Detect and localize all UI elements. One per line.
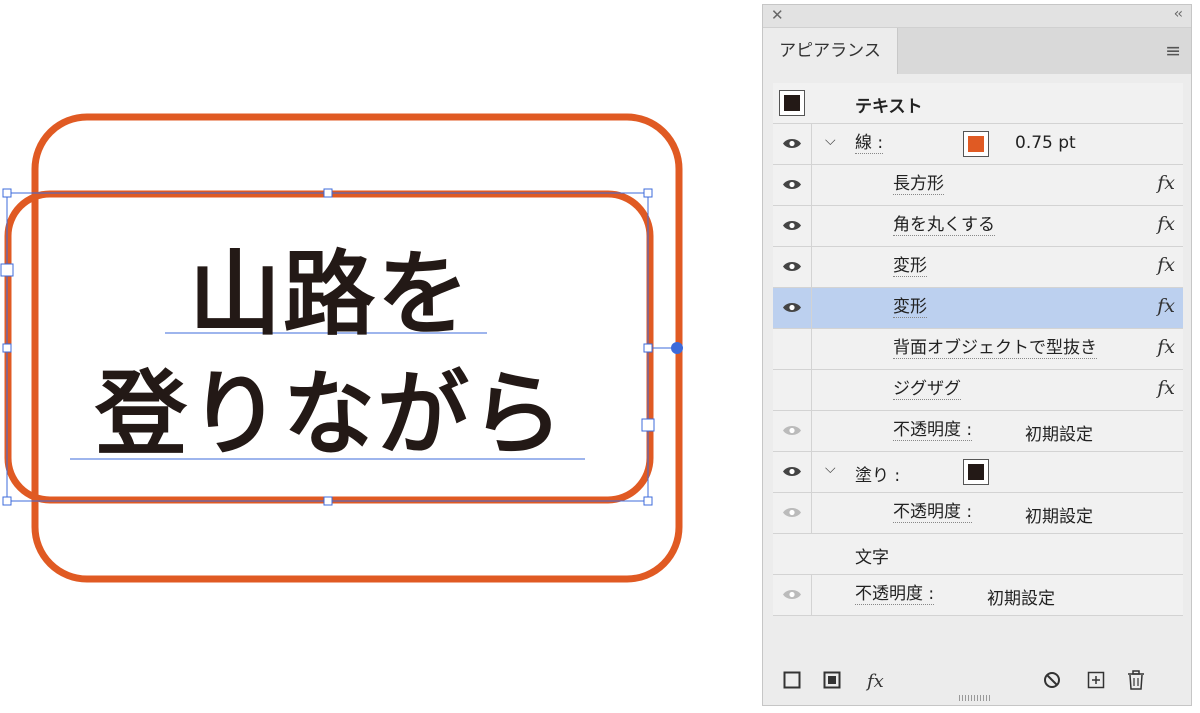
artwork-text-line-1[interactable]: 山路を — [0, 240, 660, 350]
panel-menu-icon[interactable]: ≡ — [1165, 40, 1181, 62]
row-label: テキスト — [855, 97, 923, 117]
chevron-down-icon[interactable]: ⌵ — [825, 133, 836, 149]
text-thumbnail-icon — [779, 90, 805, 116]
stroke-swatch[interactable] — [963, 131, 989, 157]
eye-icon — [783, 262, 801, 271]
eye-icon — [783, 590, 801, 599]
visibility-toggle-empty[interactable] — [773, 370, 812, 410]
visibility-toggle[interactable] — [773, 288, 812, 328]
row-stroke[interactable]: ⌵ 線 : 0.75 pt — [773, 124, 1183, 165]
row-fill-opacity[interactable]: 不透明度 : 初期設定 — [773, 493, 1183, 534]
eye-icon — [783, 139, 801, 148]
opacity-value: 初期設定 — [1025, 425, 1093, 445]
opacity-value: 初期設定 — [1025, 507, 1093, 527]
clear-appearance-icon[interactable] — [1043, 671, 1061, 689]
characters-label: 文字 — [855, 548, 889, 568]
appearance-list: テキスト ⌵ 線 : 0.75 pt 長方形 fx 角を丸くする fx 変形 f… — [773, 83, 1183, 616]
stroke-label-link[interactable]: 線 : — [855, 133, 884, 154]
visibility-toggle[interactable] — [773, 411, 812, 451]
row-object-opacity[interactable]: 不透明度 : 初期設定 — [773, 575, 1183, 616]
eye-icon — [783, 508, 801, 517]
fill-label: 塗り : — [855, 466, 901, 486]
fill-swatch[interactable] — [963, 459, 989, 485]
fx-icon: fx — [1157, 172, 1175, 194]
row-effect-zigzag[interactable]: ジグザグ fx — [773, 370, 1183, 411]
visibility-toggle[interactable] — [773, 452, 812, 492]
effect-link[interactable]: 変形 — [893, 297, 927, 318]
fx-icon: fx — [1157, 295, 1175, 317]
panel-tabbar: アピアランス ≡ — [763, 28, 1191, 74]
row-effect-transform-selected[interactable]: 変形 fx — [773, 288, 1183, 329]
duplicate-item-icon[interactable] — [1087, 671, 1105, 689]
visibility-toggle[interactable] — [773, 247, 812, 287]
visibility-toggle[interactable] — [773, 206, 812, 246]
artboard[interactable]: 山路を 登りながら — [0, 0, 760, 713]
effect-link[interactable]: ジグザグ — [893, 379, 961, 400]
effect-link[interactable]: 変形 — [893, 256, 927, 277]
fx-icon: fx — [1157, 377, 1175, 399]
opacity-link[interactable]: 不透明度 : — [893, 420, 973, 441]
effect-link[interactable]: 長方形 — [893, 174, 944, 195]
trash-icon[interactable] — [1127, 670, 1145, 690]
collapse-icon[interactable]: ‹‹ — [1174, 6, 1183, 22]
fx-icon: fx — [1157, 254, 1175, 276]
eye-icon — [783, 303, 801, 312]
row-effect-transform[interactable]: 変形 fx — [773, 247, 1183, 288]
appearance-panel: ✕ ‹‹ アピアランス ≡ テキスト ⌵ 線 : 0.75 pt 長方形 fx … — [762, 4, 1192, 706]
eye-icon — [783, 467, 801, 476]
panel-bottom-toolbar: fx — [763, 663, 1191, 699]
row-text-object[interactable]: テキスト — [773, 83, 1183, 124]
opacity-value: 初期設定 — [987, 589, 1055, 609]
visibility-toggle[interactable] — [773, 165, 812, 205]
opacity-link[interactable]: 不透明度 : — [893, 502, 973, 523]
eye-icon — [783, 426, 801, 435]
stroke-weight-value[interactable]: 0.75 pt — [1015, 133, 1076, 153]
add-new-stroke-icon[interactable] — [783, 671, 801, 689]
chevron-down-icon[interactable]: ⌵ — [825, 461, 836, 477]
tab-appearance[interactable]: アピアランス — [763, 28, 898, 74]
eye-icon — [783, 180, 801, 189]
resize-grip[interactable] — [959, 695, 991, 701]
row-effect-round-corners[interactable]: 角を丸くする fx — [773, 206, 1183, 247]
effect-link[interactable]: 背面オブジェクトで型抜き — [893, 338, 1097, 359]
row-effect-subtract[interactable]: 背面オブジェクトで型抜き fx — [773, 329, 1183, 370]
row-effect-rectangle[interactable]: 長方形 fx — [773, 165, 1183, 206]
panel-titlebar[interactable]: ✕ ‹‹ — [763, 5, 1191, 28]
close-icon[interactable]: ✕ — [771, 6, 784, 24]
visibility-toggle-empty[interactable] — [773, 329, 812, 369]
add-effect-fx-icon[interactable]: fx — [867, 671, 884, 692]
artwork-text-line-2[interactable]: 登りながら — [0, 355, 660, 475]
row-fill[interactable]: ⌵ 塗り : — [773, 452, 1183, 493]
eye-icon — [783, 221, 801, 230]
row-characters[interactable]: 文字 — [773, 534, 1183, 575]
visibility-toggle[interactable] — [773, 124, 812, 164]
opacity-link[interactable]: 不透明度 : — [855, 584, 935, 605]
visibility-toggle[interactable] — [773, 493, 812, 533]
row-stroke-opacity[interactable]: 不透明度 : 初期設定 — [773, 411, 1183, 452]
fx-icon: fx — [1157, 213, 1175, 235]
add-new-fill-icon[interactable] — [823, 671, 841, 689]
fx-icon: fx — [1157, 336, 1175, 358]
thread-port — [671, 342, 683, 354]
effect-link[interactable]: 角を丸くする — [893, 215, 995, 236]
visibility-toggle[interactable] — [773, 575, 812, 615]
